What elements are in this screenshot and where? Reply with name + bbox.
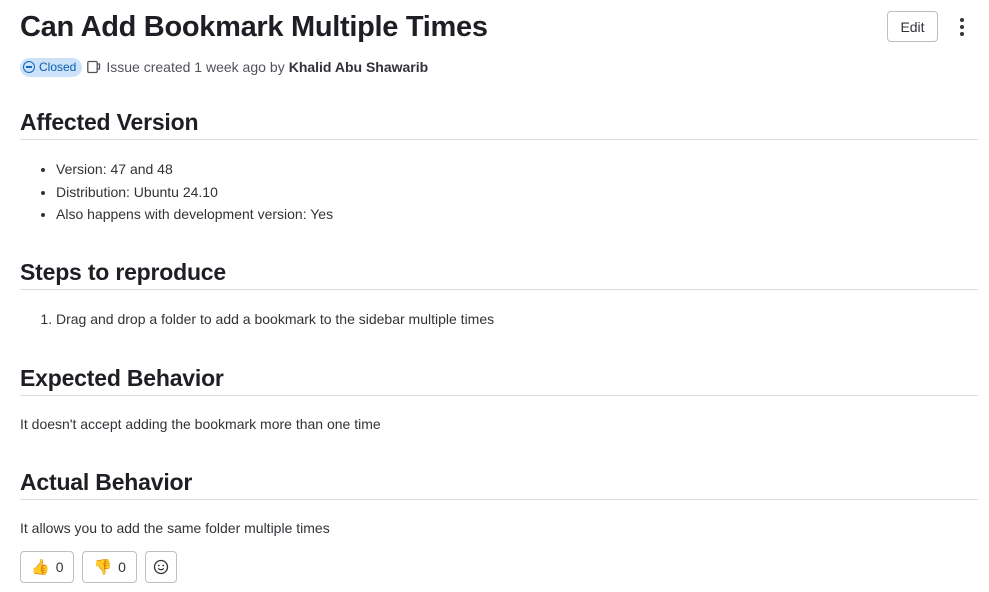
affected-version-list: Version: 47 and 48 Distribution: Ubuntu … <box>20 158 333 226</box>
list-item: Version: 47 and 48 <box>56 158 333 181</box>
created-text: Issue created 1 week ago <box>106 59 266 75</box>
section-title-steps: Steps to reproduce <box>20 257 978 290</box>
thumbs-down-count: 0 <box>118 559 126 575</box>
status-badge: Closed <box>20 57 83 77</box>
section-title-actual: Actual Behavior <box>20 467 978 500</box>
expected-text: It doesn't accept adding the bookmark mo… <box>20 416 381 432</box>
list-item: Also happens with development version: Y… <box>56 203 333 226</box>
smiley-icon <box>153 559 169 575</box>
list-item: Drag and drop a folder to add a bookmark… <box>56 308 494 331</box>
issue-meta: Closed Issue created 1 week ago by Khali… <box>20 57 428 77</box>
thumbs-up-icon: 👍 <box>31 558 50 576</box>
closed-icon <box>23 61 35 73</box>
section-title-affected-version: Affected Version <box>20 107 978 140</box>
status-label: Closed <box>39 60 77 74</box>
actual-text: It allows you to add the same folder mul… <box>20 520 330 536</box>
issue-title: Can Add Bookmark Multiple Times <box>20 11 488 43</box>
thumbs-up-count: 0 <box>55 559 64 575</box>
more-actions-icon[interactable] <box>950 13 974 40</box>
issue-type-icon <box>87 60 101 74</box>
thumbs-up-button[interactable]: 👍 0 <box>20 551 75 583</box>
steps-list: Drag and drop a folder to add a bookmark… <box>20 308 494 331</box>
reactions-bar: 👍 0 👎 0 <box>20 551 177 583</box>
thumbs-down-button[interactable]: 👎 0 <box>82 551 137 583</box>
by-text: by <box>269 59 285 75</box>
thumbs-down-icon: 👎 <box>93 558 113 576</box>
add-reaction-button[interactable] <box>144 551 177 583</box>
edit-button[interactable]: Edit <box>887 11 938 42</box>
list-item: Distribution: Ubuntu 24.10 <box>56 181 333 204</box>
section-title-expected: Expected Behavior <box>20 363 978 396</box>
author-link[interactable]: Khalid Abu Shawarib <box>289 59 429 75</box>
